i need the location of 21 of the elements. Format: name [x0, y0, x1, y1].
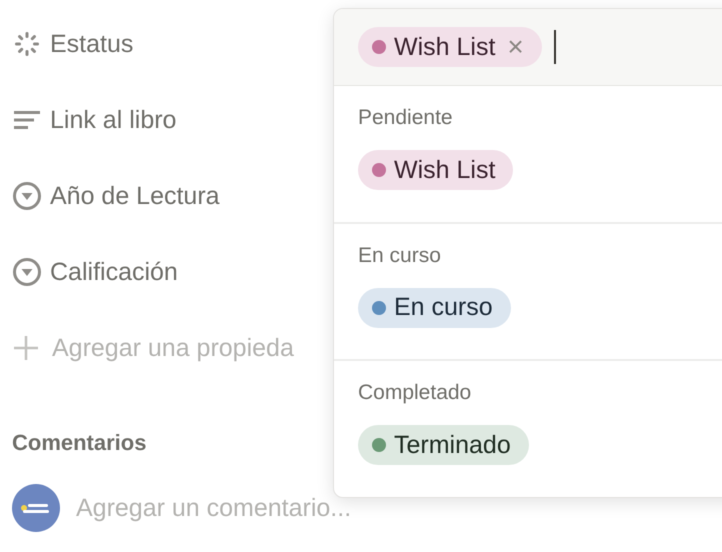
tag-label: Wish List	[394, 32, 496, 62]
property-label[interactable]: Calificación	[50, 258, 178, 286]
group-heading: Completado	[358, 381, 472, 406]
property-label[interactable]: Año de Lectura	[50, 182, 220, 210]
property-label[interactable]: Link al libro	[50, 106, 176, 134]
tag-input-field[interactable]: Wish List ×	[334, 9, 722, 86]
dropdown-circle-icon	[12, 181, 42, 211]
status-option[interactable]: En curso	[358, 288, 511, 328]
remove-tag-button[interactable]: ×	[507, 31, 524, 64]
status-option[interactable]: Wish List	[358, 150, 514, 190]
loading-icon	[12, 29, 42, 59]
group-heading: En curso	[358, 244, 441, 268]
group-heading: Pendiente	[358, 106, 453, 130]
plus-icon	[12, 334, 40, 362]
comments-heading: Comentarios	[12, 430, 146, 456]
comment-input[interactable]: Agregar un comentario...	[76, 494, 406, 522]
dropdown-circle-icon	[12, 257, 42, 287]
property-label[interactable]: Estatus	[50, 30, 134, 58]
status-option[interactable]: Terminado	[358, 425, 529, 466]
text-cursor	[554, 30, 556, 64]
avatar	[12, 484, 60, 532]
